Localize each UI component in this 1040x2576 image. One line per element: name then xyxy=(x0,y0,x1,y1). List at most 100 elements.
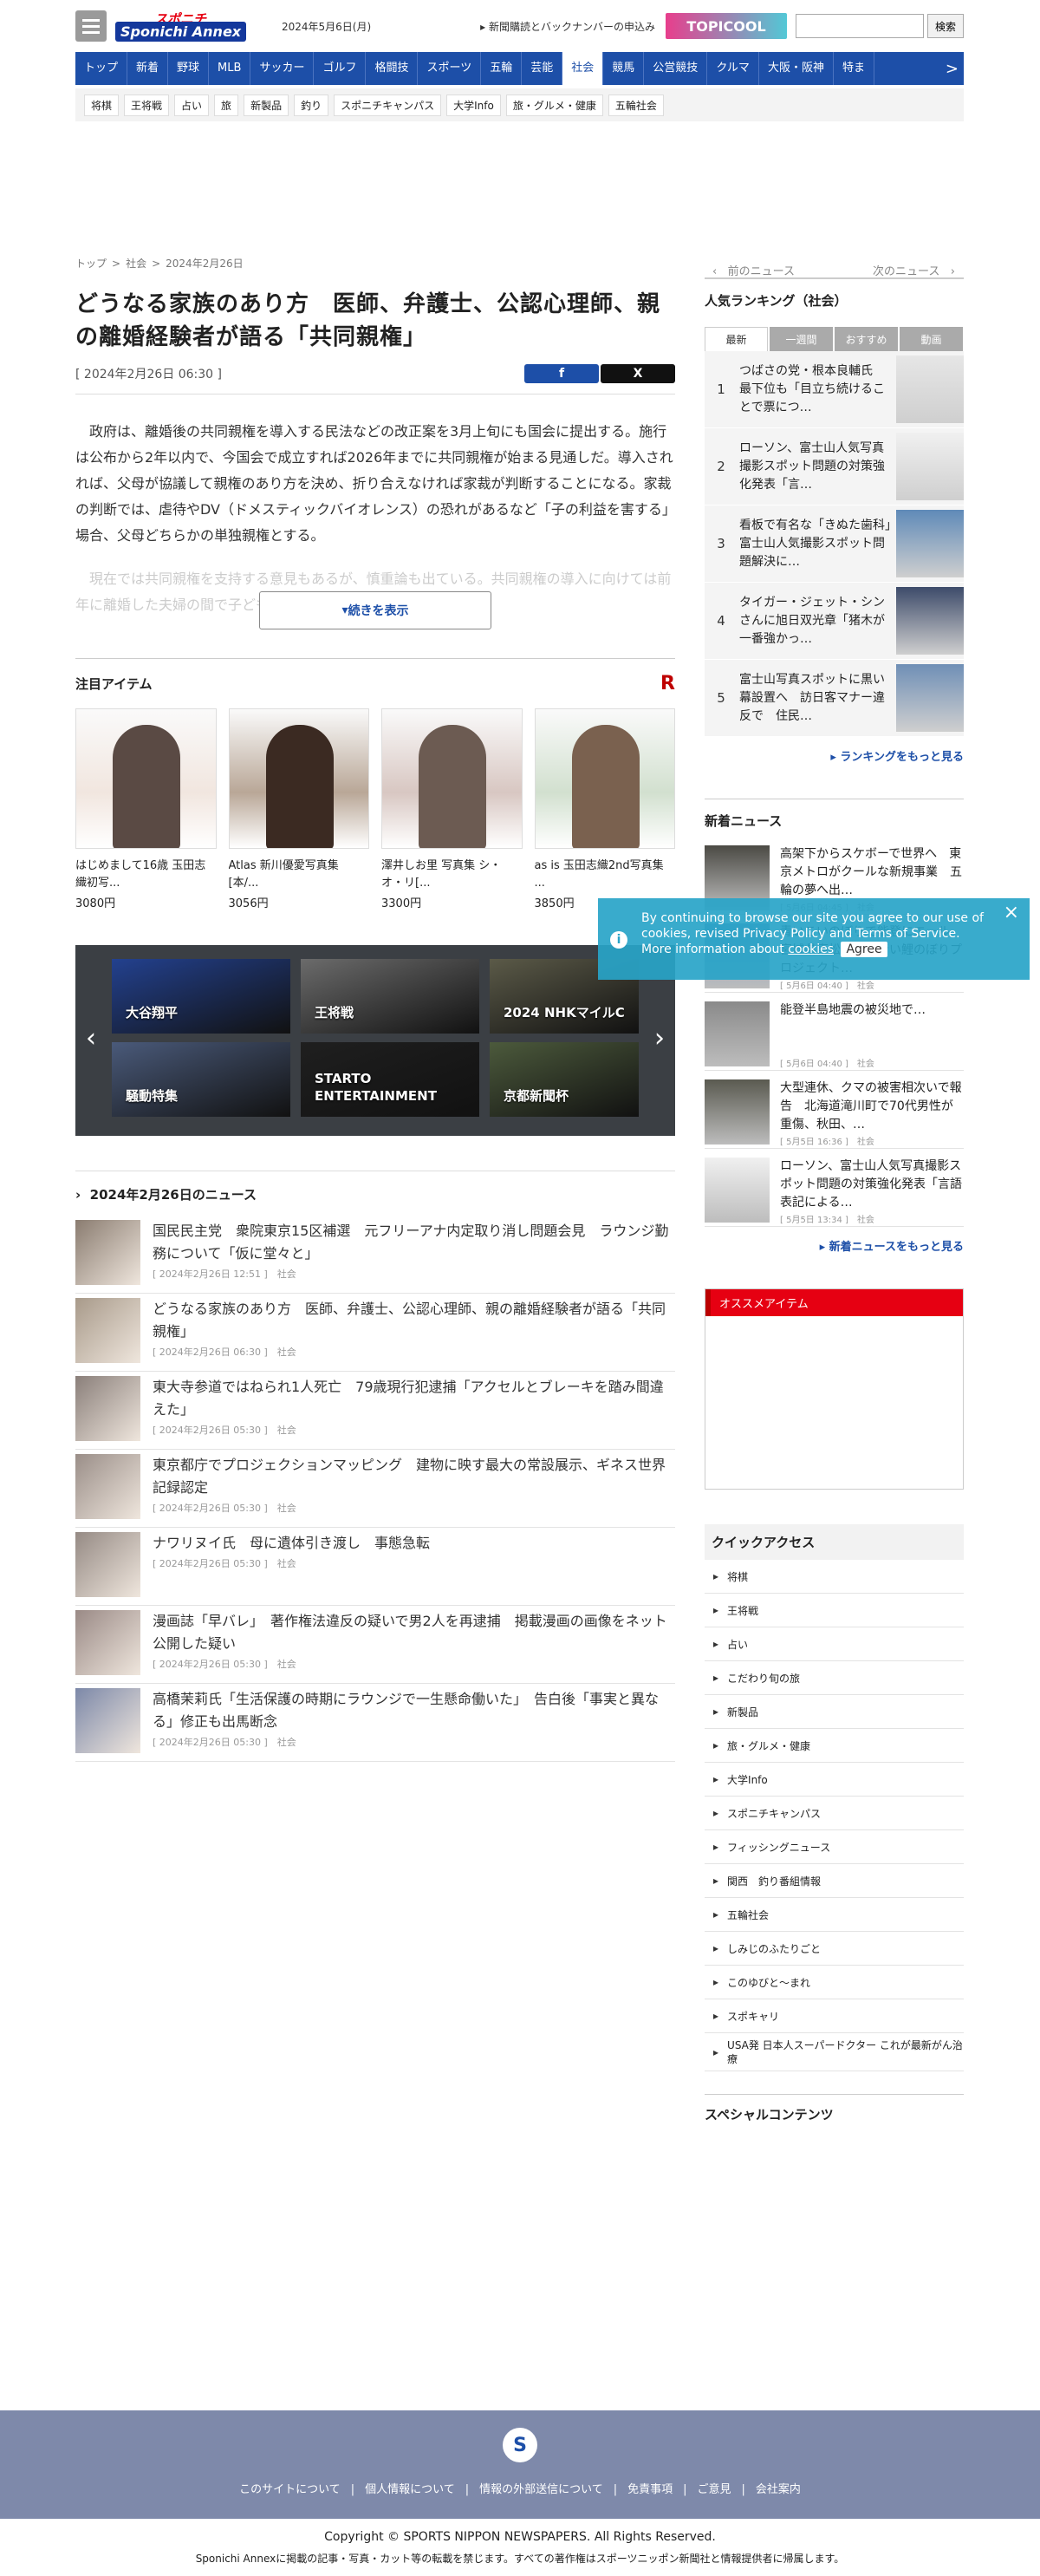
subnav-item-4[interactable]: 新製品 xyxy=(244,94,289,116)
hamburger-menu-icon[interactable] xyxy=(75,10,107,42)
latest-headline[interactable]: 高架下からスケボーで世界へ 東京メトロがクールな新規事業 五輪の夢へ出… xyxy=(780,845,964,900)
nav-item-13[interactable]: クルマ xyxy=(707,52,759,85)
nav-item-7[interactable]: スポーツ xyxy=(418,52,482,85)
daily-news-row[interactable]: 東大寺参道ではねられ1人死亡 79歳現行犯逮捕「アクセルとブレーキを踏み間違えた… xyxy=(75,1372,675,1450)
ranking-title[interactable]: タイガー・ジェット・シンさんに旭日双光章「猪木が一番強かっ… xyxy=(739,594,892,649)
footer-link[interactable]: 会社案内 xyxy=(756,2483,801,2496)
item-image[interactable] xyxy=(534,708,675,849)
breadcrumb-item[interactable]: 2024年2月26日 xyxy=(166,258,243,270)
nav-item-8[interactable]: 五輪 xyxy=(481,52,523,85)
nav-item-6[interactable]: 格闘技 xyxy=(366,52,419,85)
news-headline[interactable]: 東大寺参道ではねられ1人死亡 79歳現行犯逮捕「アクセルとブレーキを踏み間違えた… xyxy=(153,1376,675,1421)
nav-item-3[interactable]: MLB xyxy=(209,52,251,85)
item-image[interactable] xyxy=(381,708,523,849)
nav-item-9[interactable]: 芸能 xyxy=(522,52,563,85)
quick-access-item[interactable]: 占い xyxy=(705,1627,964,1661)
news-headline[interactable]: 漫画誌「早バレ」 著作権法違反の疑いで男2人を再逮捕 掲載漫画の画像をネット公開… xyxy=(153,1610,675,1655)
ranking-item[interactable]: 3 看板で有名な「きぬた歯科」富士山人気撮影スポット問題解決に… xyxy=(705,505,964,583)
ranking-tab[interactable]: 一週間 xyxy=(770,327,833,351)
carousel-item[interactable]: 京都新聞杯 xyxy=(490,1042,639,1117)
quick-access-item[interactable]: 新製品 xyxy=(705,1695,964,1729)
nav-item-12[interactable]: 公営競技 xyxy=(644,52,708,85)
latest-thumbnail[interactable] xyxy=(705,1079,770,1145)
subnav-item-6[interactable]: スポニチキャンパス xyxy=(334,94,442,116)
quick-access-item[interactable]: スポニチキャンパス xyxy=(705,1797,964,1830)
ranking-title[interactable]: ローソン、富士山人気写真撮影スポット問題の対策強化発表「言… xyxy=(739,440,892,494)
subnav-item-9[interactable]: 五輪社会 xyxy=(608,94,664,116)
latest-more-link[interactable]: 新着ニュースをもっと見る xyxy=(705,1237,964,1254)
news-thumbnail[interactable] xyxy=(75,1688,140,1753)
search-input[interactable] xyxy=(795,14,924,38)
ranking-tab[interactable]: 最新 xyxy=(705,327,768,351)
read-more-button[interactable]: ▾ 続きを表示 xyxy=(259,591,491,629)
ranking-more-link[interactable]: ランキングをもっと見る xyxy=(705,747,964,764)
latest-headline[interactable]: 大型連休、クマの被害相次いで報告 北海道滝川町で70代男性が重傷、秋田、… xyxy=(780,1079,964,1134)
quick-access-item[interactable]: USA発 日本人スーパードクター これが最新がん治療 xyxy=(705,2033,964,2071)
nav-item-10[interactable]: 社会 xyxy=(562,52,604,85)
footer-link[interactable]: 免責事項 xyxy=(627,2483,673,2496)
item-card[interactable]: はじめまして16歳 玉田志織初写... 3080円 xyxy=(75,708,217,910)
latest-item[interactable]: 大型連休、クマの被害相次いで報告 北海道滝川町で70代男性が重傷、秋田、… [ 5… xyxy=(705,1071,964,1149)
footer-logo-icon[interactable]: S xyxy=(503,2428,537,2462)
nav-item-11[interactable]: 競馬 xyxy=(603,52,645,85)
daily-news-row[interactable]: 漫画誌「早バレ」 著作権法違反の疑いで男2人を再逮捕 掲載漫画の画像をネット公開… xyxy=(75,1606,675,1684)
item-card[interactable]: Atlas 新川優愛写真集 [本/... 3056円 xyxy=(228,708,369,910)
nav-item-2[interactable]: 野球 xyxy=(168,52,210,85)
quick-access-item[interactable]: 関西 釣り番組情報 xyxy=(705,1864,964,1898)
news-thumbnail[interactable] xyxy=(75,1298,140,1363)
footer-link[interactable]: このサイトについて xyxy=(239,2483,341,2496)
latest-headline[interactable]: ローソン、富士山人気写真撮影スポット問題の対策強化発表「言語表記による… xyxy=(780,1158,964,1212)
search-button[interactable]: 検索 xyxy=(926,14,964,38)
nav-item-1[interactable]: 新着 xyxy=(127,52,169,85)
news-headline[interactable]: 高橋茉莉氏「生活保護の時期にラウンジで一生懸命働いた」 告白後「事実と異なる」修… xyxy=(153,1688,675,1733)
news-thumbnail[interactable] xyxy=(75,1376,140,1441)
daily-news-row[interactable]: 東京都庁でプロジェクションマッピング 建物に映す最大の常設展示、ギネス世界記録認… xyxy=(75,1450,675,1528)
ranking-tab[interactable]: 動画 xyxy=(900,327,963,351)
ranking-thumbnail[interactable] xyxy=(896,433,964,500)
latest-headline[interactable]: 能登半島地震の被災地で… xyxy=(780,1001,926,1056)
item-card[interactable]: 澤井しお里 写真集 シ・オ・リ[... 3300円 xyxy=(381,708,523,910)
cookies-link[interactable]: cookies xyxy=(788,942,834,956)
news-headline[interactable]: 国民民主党 衆院東京15区補選 元フリーアナ内定取り消し問題会見 ラウンジ勤務に… xyxy=(153,1220,675,1265)
close-icon[interactable]: × xyxy=(1004,903,1019,923)
carousel-item[interactable]: 騒動特集 xyxy=(112,1042,290,1117)
quick-access-item[interactable]: 旅・グルメ・健康 xyxy=(705,1729,964,1763)
ranking-thumbnail[interactable] xyxy=(896,355,964,423)
breadcrumb-item[interactable]: トップ xyxy=(75,258,107,270)
daily-news-row[interactable]: 高橋茉莉氏「生活保護の時期にラウンジで一生懸命働いた」 告白後「事実と異なる」修… xyxy=(75,1684,675,1762)
ranking-item[interactable]: 4 タイガー・ジェット・シンさんに旭日双光章「猪木が一番強かっ… xyxy=(705,583,964,660)
quick-access-item[interactable]: こだわり旬の旅 xyxy=(705,1661,964,1695)
nav-item-15[interactable]: 特ま xyxy=(834,52,874,85)
x-share-icon[interactable]: X xyxy=(601,364,675,383)
topicool-banner[interactable]: TOPICOOL xyxy=(665,13,787,39)
ranking-item[interactable]: 5 富士山写真スポットに黒い幕設置へ 訪日客マナー違反で 住民… xyxy=(705,660,964,737)
carousel-prev-icon[interactable]: ‹ xyxy=(86,1023,96,1053)
quick-access-item[interactable]: スポキャリ xyxy=(705,1999,964,2033)
nav-item-14[interactable]: 大阪・阪神 xyxy=(759,52,834,85)
latest-thumbnail[interactable] xyxy=(705,1158,770,1223)
subnav-item-0[interactable]: 将棋 xyxy=(84,94,120,116)
item-image[interactable] xyxy=(75,708,217,849)
ranking-item[interactable]: 2 ローソン、富士山人気写真撮影スポット問題の対策強化発表「言… xyxy=(705,428,964,505)
quick-access-item[interactable]: 大学Info xyxy=(705,1763,964,1797)
item-title[interactable]: はじめまして16歳 玉田志織初写... xyxy=(75,858,217,892)
news-thumbnail[interactable] xyxy=(75,1610,140,1675)
site-logo[interactable]: スポニチ Sponichi Annex xyxy=(115,10,271,42)
nav-more-icon[interactable]: > xyxy=(940,60,964,78)
nav-item-4[interactable]: サッカー xyxy=(250,52,315,85)
news-headline[interactable]: どうなる家族のあり方 医師、弁護士、公認心理師、親の離婚経験者が語る「共同親権」 xyxy=(153,1298,675,1343)
daily-news-row[interactable]: ナワリヌイ氏 母に遺体引き渡し 事態急転 [ 2024年2月26日 05:30 ]… xyxy=(75,1528,675,1606)
carousel-item[interactable]: 大谷翔平 xyxy=(112,959,290,1034)
footer-link[interactable]: 情報の外部送信について xyxy=(479,2483,603,2496)
item-card[interactable]: as is 玉田志織2nd写真集 ... 3850円 xyxy=(534,708,675,910)
news-headline[interactable]: 東京都庁でプロジェクションマッピング 建物に映す最大の常設展示、ギネス世界記録認… xyxy=(153,1454,675,1499)
quick-access-item[interactable]: 王将戦 xyxy=(705,1594,964,1627)
ranking-title[interactable]: 富士山写真スポットに黒い幕設置へ 訪日客マナー違反で 住民… xyxy=(739,671,892,726)
nav-item-5[interactable]: ゴルフ xyxy=(314,52,367,85)
agree-button[interactable]: Agree xyxy=(841,942,887,957)
subnav-item-5[interactable]: 釣り xyxy=(294,94,329,116)
subnav-item-7[interactable]: 大学Info xyxy=(446,94,501,116)
ranking-thumbnail[interactable] xyxy=(896,510,964,577)
latest-thumbnail[interactable] xyxy=(705,1001,770,1066)
ranking-title[interactable]: 看板で有名な「きぬた歯科」富士山人気撮影スポット問題解決に… xyxy=(739,517,892,571)
